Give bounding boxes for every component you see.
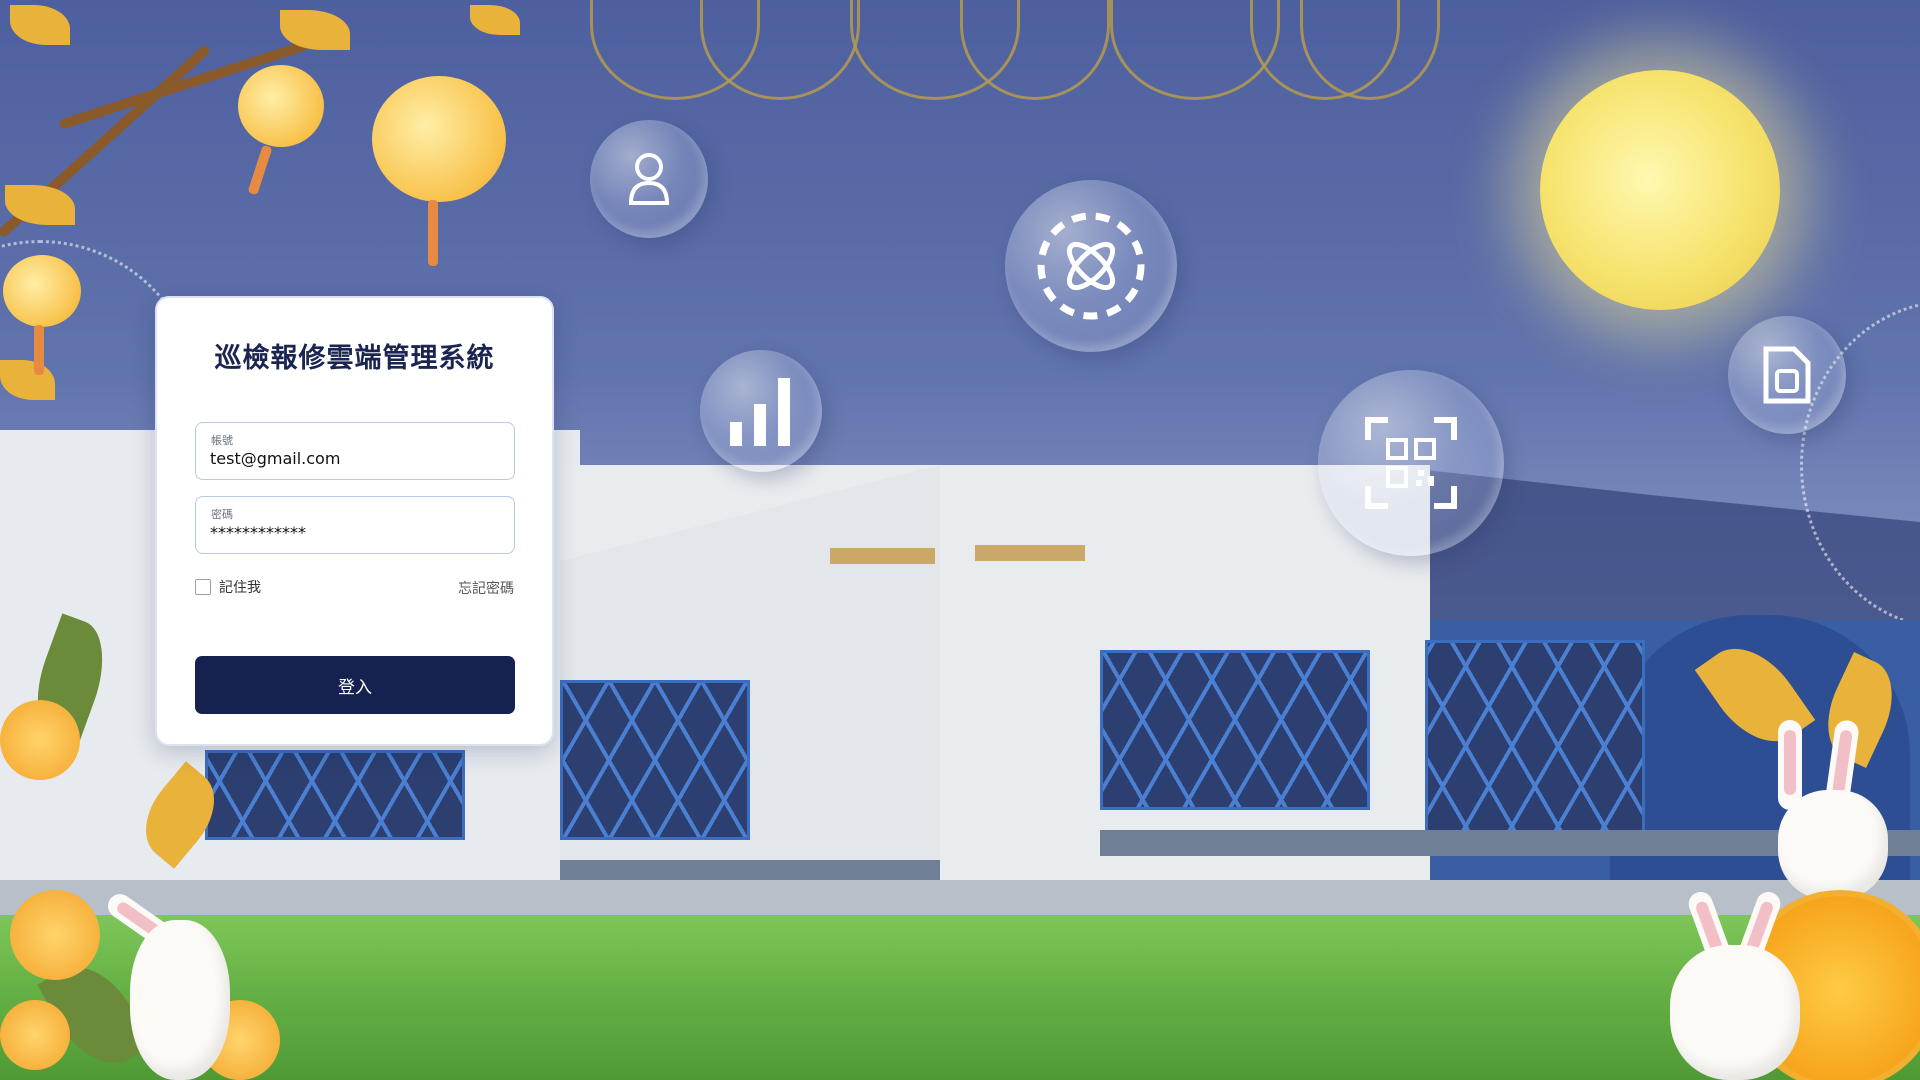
bubble-atom bbox=[1005, 180, 1177, 352]
rabbit-ear bbox=[1778, 720, 1802, 810]
password-label: 密碼 bbox=[211, 508, 233, 521]
bubble-qr bbox=[1318, 370, 1504, 556]
forgot-password-link[interactable]: 忘記密碼 bbox=[458, 578, 514, 598]
login-card: 巡檢報修雲端管理系統 帳號 密碼 記住我 忘記密碼 登入 bbox=[155, 296, 554, 746]
password-field[interactable]: 密碼 bbox=[195, 496, 515, 554]
bubble-chart bbox=[700, 350, 822, 472]
full-moon bbox=[1540, 70, 1780, 310]
lantern-tassel bbox=[428, 200, 438, 266]
remember-checkbox[interactable] bbox=[195, 579, 211, 595]
login-button[interactable]: 登入 bbox=[195, 656, 515, 714]
osmanthus-flower bbox=[0, 700, 80, 780]
lantern bbox=[238, 65, 324, 147]
sim-card-icon bbox=[1763, 346, 1811, 404]
steel-frame bbox=[1425, 640, 1645, 840]
osmanthus-flower bbox=[0, 1000, 70, 1070]
rabbit-right-bottom bbox=[1670, 945, 1800, 1080]
remember-me[interactable]: 記住我 bbox=[195, 577, 261, 597]
password-input[interactable] bbox=[210, 523, 500, 542]
steel-frame bbox=[1100, 650, 1370, 810]
steel-frame bbox=[205, 750, 465, 840]
bubble-user bbox=[590, 120, 708, 238]
building-sign bbox=[975, 545, 1085, 561]
rabbit-right-top bbox=[1778, 790, 1888, 900]
lantern-tassel bbox=[34, 325, 44, 375]
lantern bbox=[3, 255, 81, 327]
lawn bbox=[0, 915, 1920, 1080]
bubble-sim bbox=[1728, 316, 1846, 434]
bar-chart-icon bbox=[730, 378, 790, 446]
steel-frame bbox=[560, 680, 750, 840]
account-field[interactable]: 帳號 bbox=[195, 422, 515, 480]
user-icon bbox=[628, 153, 670, 205]
qr-code-icon bbox=[1365, 417, 1457, 509]
building-sign bbox=[830, 548, 935, 564]
rabbit-left bbox=[130, 920, 230, 1080]
atom-icon bbox=[1037, 212, 1145, 320]
account-input[interactable] bbox=[210, 449, 500, 468]
system-title: 巡檢報修雲端管理系統 bbox=[214, 343, 495, 374]
account-label: 帳號 bbox=[211, 434, 233, 447]
lantern bbox=[372, 76, 506, 202]
remember-label: 記住我 bbox=[219, 580, 261, 596]
osmanthus-flower bbox=[10, 890, 100, 980]
